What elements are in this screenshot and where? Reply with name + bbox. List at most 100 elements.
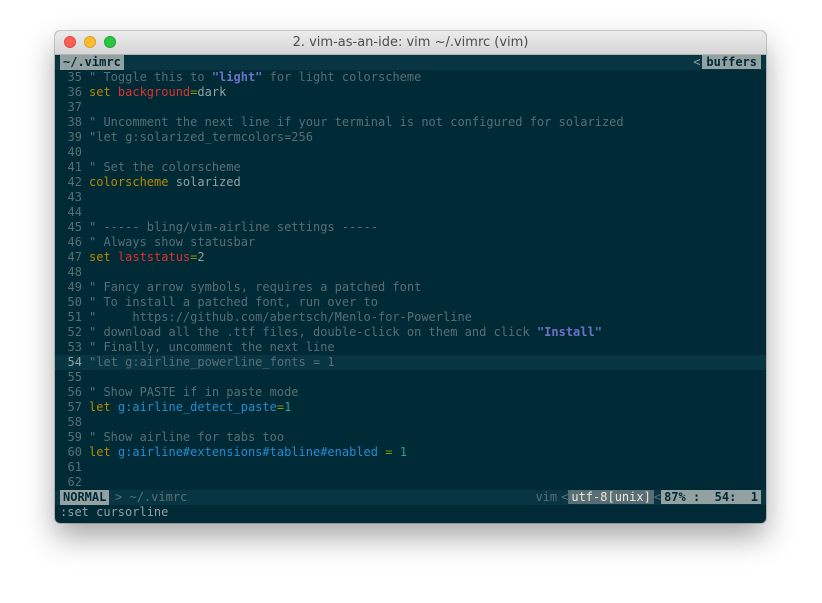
- code-line[interactable]: 56 " Show PASTE if in paste mode: [55, 385, 766, 400]
- line-number: 54: [67, 355, 82, 369]
- code-line[interactable]: 62: [55, 475, 766, 490]
- line-number: 45: [67, 220, 82, 234]
- code-line[interactable]: 53 " Finally, uncomment the next line: [55, 340, 766, 355]
- line-code: " ----- bling/vim-airline settings -----: [89, 220, 378, 234]
- line-number: 40: [67, 145, 82, 159]
- code-token: =: [378, 445, 400, 459]
- code-line[interactable]: 44: [55, 205, 766, 220]
- line-code: set background=dark: [89, 85, 226, 99]
- line-number: 47: [67, 250, 82, 264]
- code-line[interactable]: 46 " Always show statusbar: [55, 235, 766, 250]
- line-code: " Show airline for tabs too: [89, 430, 284, 444]
- code-line[interactable]: 45 " ----- bling/vim-airline settings ---…: [55, 220, 766, 235]
- line-number: 62: [67, 475, 82, 489]
- code-line[interactable]: 38 " Uncomment the next line if your term…: [55, 115, 766, 130]
- code-token: g:airline_detect_paste: [117, 400, 277, 414]
- line-number: 41: [67, 160, 82, 174]
- code-line[interactable]: 39 "let g:solarized_termcolors=256: [55, 130, 766, 145]
- line-number: 52: [67, 325, 82, 339]
- code-token: g:airline#extensions#tabline#enabled: [117, 445, 378, 459]
- line-code: " Uncomment the next line if your termin…: [89, 115, 624, 129]
- line-number: 56: [67, 385, 82, 399]
- line-code: " Show PASTE if in paste mode: [89, 385, 299, 399]
- code-token: " To install a patched font, run over to: [89, 295, 378, 309]
- line-code: " Fancy arrow symbols, requires a patche…: [89, 280, 421, 294]
- line-code: set laststatus=2: [89, 250, 205, 264]
- line-number: 61: [67, 460, 82, 474]
- line-number: 57: [67, 400, 82, 414]
- code-token: solarized: [168, 175, 241, 189]
- line-code: let g:airline_detect_paste=1: [89, 400, 291, 414]
- line-code: " download all the .ttf files, double-cl…: [89, 325, 602, 339]
- buffers-label[interactable]: buffers: [702, 55, 761, 69]
- line-code: " https://github.com/abertsch/Menlo-for-…: [89, 310, 472, 324]
- code-token: colorscheme: [89, 175, 169, 189]
- line-code: " Always show statusbar: [89, 235, 255, 249]
- line-code: " Set the colorscheme: [89, 160, 241, 174]
- code-token: background: [117, 85, 191, 99]
- code-line[interactable]: 41 " Set the colorscheme: [55, 160, 766, 175]
- line-number: 60: [67, 445, 82, 459]
- line-code: "let g:airline_powerline_fonts = 1: [89, 355, 335, 369]
- tab-vimrc[interactable]: ~/.vimrc: [60, 55, 124, 70]
- code-token: " Toggle this to: [89, 70, 212, 84]
- code-token: " https://github.com/abertsch/Menlo-for-…: [89, 310, 472, 324]
- code-token: 1: [284, 400, 292, 414]
- line-number: 53: [67, 340, 82, 354]
- code-token: let: [89, 445, 118, 459]
- code-token: "light": [211, 70, 263, 84]
- code-line[interactable]: 37: [55, 100, 766, 115]
- filetype-label: vim: [535, 490, 558, 504]
- code-line[interactable]: 60 let g:airline#extensions#tabline#enabl…: [55, 445, 766, 460]
- code-token: 2: [197, 250, 205, 264]
- code-token: "let g:solarized_termcolors=256: [89, 130, 313, 144]
- code-token: let: [89, 400, 118, 414]
- line-code: colorscheme solarized: [89, 175, 241, 189]
- line-number: 58: [67, 415, 82, 429]
- code-token: " Show PASTE if in paste mode: [89, 385, 299, 399]
- statusline-separator-2: <: [653, 490, 662, 504]
- line-code: " To install a patched font, run over to: [89, 295, 378, 309]
- editor-buffer[interactable]: 35 " Toggle this to "light" for light col…: [55, 70, 766, 490]
- code-token: " Finally, uncomment the next line: [89, 340, 335, 354]
- statusline-file: > ~/.vimrc: [115, 490, 187, 505]
- line-number: 46: [67, 235, 82, 249]
- vim-editor[interactable]: ~/.vimrc < buffers 35 " Toggle this to "li…: [55, 55, 766, 520]
- code-token: " Uncomment the next line if your termin…: [89, 115, 624, 129]
- code-line[interactable]: 61: [55, 460, 766, 475]
- code-line[interactable]: 36 set background=dark: [55, 85, 766, 100]
- code-line[interactable]: 52 " download all the .ttf files, double-…: [55, 325, 766, 340]
- code-line[interactable]: 35 " Toggle this to "light" for light col…: [55, 70, 766, 85]
- vim-tabline: ~/.vimrc < buffers: [55, 55, 766, 70]
- code-line[interactable]: 51 " https://github.com/abertsch/Menlo-fo…: [55, 310, 766, 325]
- code-line[interactable]: 43: [55, 190, 766, 205]
- code-token: set: [89, 85, 118, 99]
- line-number: 48: [67, 265, 82, 279]
- statusline-filename: ~/.vimrc: [129, 490, 188, 504]
- line-number: 49: [67, 280, 82, 294]
- code-line[interactable]: 40: [55, 145, 766, 160]
- line-number: 36: [67, 85, 82, 99]
- code-line[interactable]: 49 " Fancy arrow symbols, requires a patc…: [55, 280, 766, 295]
- command-line[interactable]: :set cursorline: [55, 505, 766, 520]
- mode-indicator: NORMAL: [60, 490, 110, 505]
- line-number: 44: [67, 205, 82, 219]
- title-bar[interactable]: 2. vim-as-an-ide: vim ~/.vimrc (vim): [55, 31, 766, 55]
- code-line[interactable]: 50 " To install a patched font, run over …: [55, 295, 766, 310]
- line-number: 35: [67, 70, 82, 84]
- cursor-line[interactable]: 54 "let g:airline_powerline_fonts = 1: [55, 355, 766, 370]
- code-token: " Always show statusbar: [89, 235, 256, 249]
- code-line[interactable]: 47 set laststatus=2: [55, 250, 766, 265]
- code-token: " Show airline for tabs too: [89, 430, 285, 444]
- code-line[interactable]: 57 let g:airline_detect_paste=1: [55, 400, 766, 415]
- code-line[interactable]: 48: [55, 265, 766, 280]
- line-number: 37: [67, 100, 82, 114]
- line-code: let g:airline#extensions#tabline#enabled…: [89, 445, 407, 459]
- line-number: 43: [67, 190, 82, 204]
- code-line[interactable]: 55: [55, 370, 766, 385]
- terminal-window: 2. vim-as-an-ide: vim ~/.vimrc (vim) ~/.…: [55, 31, 766, 523]
- code-line[interactable]: 59 " Show airline for tabs too: [55, 430, 766, 445]
- code-line[interactable]: 42 colorscheme solarized: [55, 175, 766, 190]
- code-line[interactable]: 58: [55, 415, 766, 430]
- line-code: "let g:solarized_termcolors=256: [89, 130, 313, 144]
